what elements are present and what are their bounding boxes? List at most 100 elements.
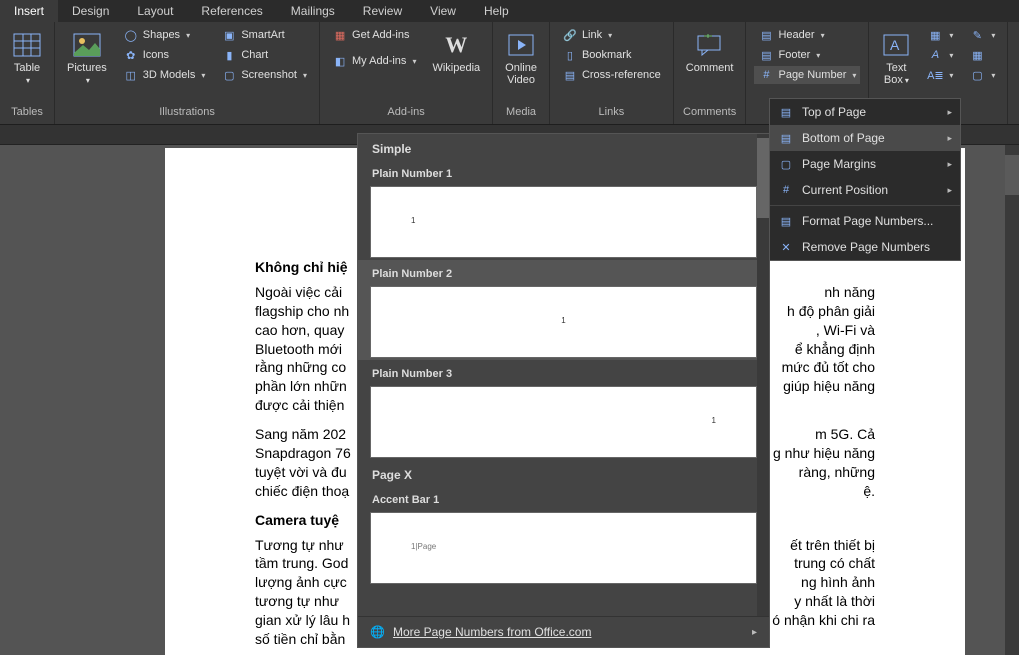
my-addins-label: My Add-ins — [352, 55, 406, 67]
get-addins-button[interactable]: ▦Get Add-ins — [328, 26, 420, 44]
link-button[interactable]: 🔗Link▾ — [558, 26, 665, 44]
signature-button[interactable]: ✎▾ — [965, 26, 999, 44]
cube-icon: ◫ — [123, 67, 139, 83]
bookmark-label: Bookmark — [582, 49, 632, 61]
store-icon: ▦ — [332, 27, 348, 43]
header-icon: ▤ — [758, 27, 774, 43]
tab-insert[interactable]: Insert — [0, 0, 58, 22]
group-media-label: Media — [501, 106, 541, 120]
group-illustrations-label: Illustrations — [63, 106, 311, 120]
chart-button[interactable]: ▮Chart — [217, 46, 311, 64]
header-button[interactable]: ▤Header▾ — [754, 26, 860, 44]
menu-label: Bottom of Page — [802, 131, 939, 145]
quickparts-button[interactable]: ▦▾ — [923, 26, 957, 44]
menu-label: Format Page Numbers... — [802, 214, 952, 228]
addin-icon: ◧ — [332, 53, 348, 69]
gallery-plain-number-1[interactable]: Plain Number 1 1 — [358, 160, 769, 260]
date-icon: ▦ — [969, 47, 985, 63]
video-icon — [506, 30, 536, 60]
page-icon: ▤ — [778, 130, 794, 146]
page-number-sample: 1 — [712, 416, 716, 425]
object-icon: ▢ — [969, 67, 985, 83]
scrollbar-thumb[interactable] — [1005, 155, 1019, 195]
shapes-button[interactable]: ◯Shapes▾ — [119, 26, 210, 44]
wikipedia-label: Wikipedia — [432, 62, 480, 74]
gallery-scrollbar[interactable] — [757, 134, 769, 616]
menu-top-of-page[interactable]: ▤Top of Page▸ — [770, 99, 960, 125]
scrollbar-thumb[interactable] — [757, 138, 769, 218]
wikipedia-button[interactable]: W Wikipedia — [428, 26, 484, 78]
gallery-plain-number-2[interactable]: Plain Number 2 1 — [358, 260, 769, 360]
textbox-button[interactable]: A Text Box▾ — [877, 26, 915, 90]
page-number-icon: # — [758, 67, 774, 83]
link-icon: 🔗 — [562, 27, 578, 43]
pictures-button[interactable]: Pictures▾ — [63, 26, 111, 90]
dropcap-icon: A≣ — [927, 67, 943, 83]
ribbon-tabs: Insert Design Layout References Mailings… — [0, 0, 1019, 22]
globe-icon: 🌐 — [370, 625, 385, 639]
menu-label: Top of Page — [802, 105, 939, 119]
comment-button[interactable]: Comment — [682, 26, 738, 78]
page-number-gallery: Simple Plain Number 1 1 Plain Number 2 1… — [357, 133, 770, 648]
smartart-label: SmartArt — [241, 29, 284, 41]
my-addins-button[interactable]: ◧My Add-ins▾ — [328, 52, 420, 70]
tab-layout[interactable]: Layout — [123, 0, 187, 22]
page-number-button[interactable]: #Page Number▾ — [754, 66, 860, 84]
video-label: Online Video — [505, 62, 537, 86]
screenshot-button[interactable]: ▢Screenshot▾ — [217, 66, 311, 84]
gallery-section-simple: Simple — [358, 134, 769, 160]
menu-format-page-numbers[interactable]: ▤ Format Page Numbers... — [770, 208, 960, 234]
preview: 1 — [370, 186, 757, 258]
tab-help[interactable]: Help — [470, 0, 523, 22]
option-label: Plain Number 1 — [370, 162, 757, 186]
object-button[interactable]: ▢▾ — [965, 66, 999, 84]
table-icon — [12, 30, 42, 60]
wordart-button[interactable]: A▾ — [923, 46, 957, 64]
icons-label: Icons — [143, 49, 169, 61]
icons-button[interactable]: ✿Icons — [119, 46, 210, 64]
textbox-icon: A — [881, 30, 911, 60]
option-label: Accent Bar 1 — [370, 488, 757, 512]
menu-page-margins[interactable]: ▢Page Margins▸ — [770, 151, 960, 177]
tab-review[interactable]: Review — [349, 0, 416, 22]
cross-reference-button[interactable]: ▤Cross-reference — [558, 66, 665, 84]
menu-current-position[interactable]: #Current Position▸ — [770, 177, 960, 203]
tab-view[interactable]: View — [416, 0, 470, 22]
signature-icon: ✎ — [969, 27, 985, 43]
gallery-plain-number-3[interactable]: Plain Number 3 1 — [358, 360, 769, 460]
menu-remove-page-numbers[interactable]: ✕Remove Page Numbers — [770, 234, 960, 260]
chevron-right-icon: ▸ — [752, 627, 757, 638]
footer-button[interactable]: ▤Footer▾ — [754, 46, 860, 64]
3dmodels-button[interactable]: ◫3D Models▾ — [119, 66, 210, 84]
remove-icon: ✕ — [778, 239, 794, 255]
page-number-sample: 1 — [561, 316, 565, 325]
chevron-right-icon: ▸ — [947, 133, 952, 144]
page-number-sample: 1|Page — [411, 542, 436, 551]
link-label: Link — [582, 29, 602, 41]
tab-references[interactable]: References — [187, 0, 276, 22]
dropcap-button[interactable]: A≣▾ — [923, 66, 957, 84]
format-icon: ▤ — [778, 213, 794, 229]
comment-label: Comment — [686, 62, 734, 74]
tab-design[interactable]: Design — [58, 0, 123, 22]
datetime-button[interactable]: ▦ — [965, 46, 999, 64]
smartart-button[interactable]: ▣SmartArt — [217, 26, 311, 44]
wordart-icon: A — [927, 47, 943, 63]
table-button[interactable]: Table▾ — [8, 26, 46, 90]
online-video-button[interactable]: Online Video — [501, 26, 541, 90]
chart-icon: ▮ — [221, 47, 237, 63]
menu-bottom-of-page[interactable]: ▤ Bottom of Page ▸ — [770, 125, 960, 151]
preview: 1|Page — [370, 512, 757, 584]
vertical-scrollbar[interactable] — [1005, 145, 1019, 655]
gallery-accent-bar-1[interactable]: Accent Bar 1 1|Page — [358, 486, 769, 586]
bookmark-button[interactable]: ▯Bookmark — [558, 46, 665, 64]
chevron-right-icon: ▸ — [947, 185, 952, 196]
more-page-numbers-label: More Page Numbers from Office.com — [393, 625, 592, 639]
models-label: 3D Models — [143, 69, 196, 81]
chevron-right-icon: ▸ — [947, 159, 952, 170]
group-addins-label: Add-ins — [328, 106, 484, 120]
group-comments-label: Comments — [682, 106, 738, 120]
more-page-numbers[interactable]: 🌐 More Page Numbers from Office.com ▸ — [358, 617, 769, 647]
screenshot-label: Screenshot — [241, 69, 297, 81]
tab-mailings[interactable]: Mailings — [277, 0, 349, 22]
